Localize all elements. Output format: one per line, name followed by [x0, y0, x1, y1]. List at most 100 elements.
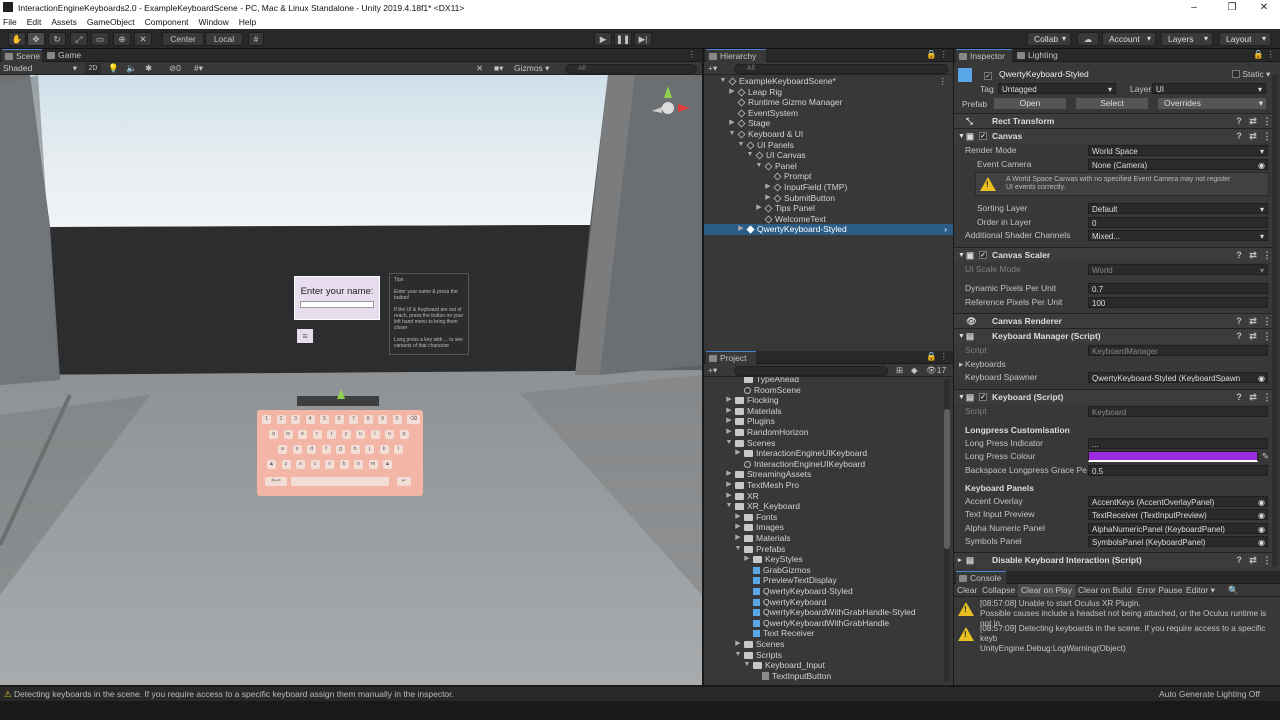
expand-arrow-icon[interactable]: ▼: [743, 660, 751, 671]
help-icon[interactable]: ?: [1234, 316, 1244, 326]
keyboard-key[interactable]: a: [278, 445, 287, 454]
rect-tool-icon[interactable]: ▭: [91, 32, 109, 46]
move-tool-icon[interactable]: ✥: [27, 32, 45, 46]
keyboard-key[interactable]: s: [292, 445, 302, 454]
grace-field[interactable]: 0.5: [1088, 464, 1268, 476]
expand-arrow-icon[interactable]: ▼: [746, 150, 754, 161]
keyboard-key[interactable]: q: [269, 430, 278, 439]
project-item[interactable]: ▶ Images: [704, 522, 940, 533]
keyboard-key[interactable]: i: [370, 430, 380, 439]
expand-arrow-icon[interactable]: ▶: [764, 193, 772, 204]
hidden-count-icon[interactable]: ⊘0: [169, 62, 181, 74]
help-icon[interactable]: ?: [1234, 555, 1244, 565]
expand-arrow-icon[interactable]: ▶: [755, 203, 763, 214]
prefab-open-button[interactable]: Open: [994, 98, 1066, 109]
gizmos-dropdown[interactable]: Gizmos ▾: [514, 62, 549, 74]
project-item[interactable]: InteractionEngineUIKeyboard: [704, 459, 940, 470]
symbols-panel-field[interactable]: SymbolsPanel (KeyboardPanel) ◉: [1088, 536, 1268, 547]
tab-scene[interactable]: Scene: [2, 49, 42, 62]
expand-arrow-icon[interactable]: ▶: [728, 118, 736, 129]
create-dropdown[interactable]: +▾: [708, 62, 717, 74]
keyboard-key[interactable]: ⌫: [407, 415, 420, 424]
component-menu-icon[interactable]: ⋮: [1262, 555, 1272, 565]
keyboard-key[interactable]: w: [283, 430, 293, 439]
expand-arrow-icon[interactable]: ▼: [737, 140, 745, 151]
console-entry-2[interactable]: [08:57:09] Detecting keyboards in the sc…: [954, 624, 1279, 653]
lock-icon[interactable]: 🔒: [926, 49, 937, 60]
open-prefab-arrow-icon[interactable]: ›: [944, 224, 947, 235]
help-icon[interactable]: ?: [1234, 392, 1244, 402]
project-item[interactable]: ▶ Materials: [704, 533, 940, 544]
hierarchy-item[interactable]: EventSystem: [704, 108, 953, 119]
transform-tool-icon[interactable]: ⊕: [113, 32, 131, 46]
keyboard-key[interactable]: 0: [392, 415, 402, 424]
prompt-panel[interactable]: Enter your name:: [294, 276, 380, 320]
text-input-preview-field[interactable]: TextReceiver (TextInputPreview) ◉: [1088, 509, 1268, 520]
static-toggle[interactable]: Static ▾: [1232, 68, 1270, 80]
order-in-layer-field[interactable]: 0: [1088, 216, 1268, 228]
hierarchy-item[interactable]: ▶ QwertyKeyboard-Styled ›: [704, 224, 953, 235]
expand-arrow-icon[interactable]: ▶: [734, 639, 742, 650]
tab-project[interactable]: Project: [706, 351, 756, 364]
keyboard-key[interactable]: v: [325, 460, 334, 469]
hierarchy-menu-icon[interactable]: ⋮: [940, 49, 949, 60]
menu-edit[interactable]: Edit: [27, 17, 42, 27]
keyboard-key[interactable]: 1: [262, 415, 271, 424]
project-item[interactable]: ▼ Keyboard_Input: [704, 660, 940, 671]
keyboard-key[interactable]: l: [394, 445, 403, 454]
keyboard-key[interactable]: g: [336, 445, 345, 454]
keyboard-key[interactable]: k: [379, 445, 389, 454]
project-item[interactable]: ▶ StreamingAssets: [704, 469, 940, 480]
project-item[interactable]: ▼ Prefabs: [704, 544, 940, 555]
project-item[interactable]: TextInputButton: [704, 671, 940, 682]
presets-icon[interactable]: ⇄: [1248, 392, 1258, 402]
tab-lighting[interactable]: Lighting: [1014, 49, 1068, 62]
console-clear-on-play-toggle[interactable]: Clear on Play: [1018, 584, 1076, 597]
keyboard-key[interactable]: b: [339, 460, 349, 469]
expand-arrow-icon[interactable]: ▶: [734, 448, 742, 459]
keyboard-enabled-checkbox[interactable]: ✓: [979, 393, 987, 401]
project-item[interactable]: ▶ Materials: [704, 406, 940, 417]
expand-arrow-icon[interactable]: ▼: [734, 650, 742, 661]
scene-search-input[interactable]: All: [565, 64, 697, 74]
hierarchy-item[interactable]: ▶ Stage: [704, 118, 953, 129]
project-item[interactable]: ▶ TextMesh Pro: [704, 480, 940, 491]
keyboard-key[interactable]: u: [356, 430, 365, 439]
active-checkbox[interactable]: ✓: [984, 68, 992, 80]
tab-game[interactable]: Game: [44, 49, 90, 62]
keyboard[interactable]: 1 2 3 4 5 6 7 8 9 0 ⌫ q w e r t y u i o p a s d f g h j k l ▲ z x c v b n m ▲ #…: [257, 410, 423, 496]
hierarchy-item[interactable]: Runtime Gizmo Manager: [704, 97, 953, 108]
tools-icon[interactable]: ✕: [476, 62, 483, 74]
hidden-packages-icon[interactable]: 👁17: [926, 364, 946, 376]
keyboard-key[interactable]: d: [307, 445, 316, 454]
prefab-overrides-dropdown[interactable]: Overrides ▾: [1158, 98, 1266, 109]
keyboard-key[interactable]: x: [296, 460, 305, 469]
presets-icon[interactable]: ⇄: [1248, 131, 1258, 141]
hierarchy-item[interactable]: ▼ Panel: [704, 161, 953, 172]
cloud-icon[interactable]: ☁: [1077, 32, 1099, 46]
hierarchy-item[interactable]: ▶ Leap Rig: [704, 87, 953, 98]
project-scrollbar-thumb[interactable]: [944, 409, 950, 549]
expand-arrow-icon[interactable]: ▼: [728, 129, 736, 140]
keyboard-key[interactable]: h: [350, 445, 360, 454]
eyedropper-icon[interactable]: ✎: [1262, 450, 1269, 463]
lighting-toggle-icon[interactable]: 💡: [108, 62, 119, 74]
component-menu-icon[interactable]: ⋮: [1262, 250, 1272, 260]
presets-icon[interactable]: ⇄: [1248, 116, 1258, 126]
menu-component[interactable]: Component: [145, 17, 189, 27]
console-collapse-button[interactable]: Collapse: [982, 584, 1015, 597]
menu-window[interactable]: Window: [199, 17, 229, 27]
keyboard-key[interactable]: ▲: [267, 460, 276, 469]
keyboard-key[interactable]: n: [354, 460, 363, 469]
status-message[interactable]: Detecting keyboards in the scene. If you…: [14, 687, 454, 701]
project-item[interactable]: TypeAhead: [704, 377, 940, 385]
dynamic-ppu-field[interactable]: 0.7: [1088, 283, 1268, 294]
expand-arrow-icon[interactable]: ▶: [725, 416, 733, 427]
scale-tool-icon[interactable]: ⤢: [70, 32, 88, 46]
canvas-scaler-header[interactable]: ▼ ▣ ✓ Canvas Scaler? ⇄ ⋮: [954, 247, 1272, 262]
longpress-indicator-field[interactable]: ...: [1088, 437, 1268, 449]
help-icon[interactable]: ?: [1234, 116, 1244, 126]
sorting-layer-dropdown[interactable]: Default: [1088, 203, 1268, 215]
rotate-tool-icon[interactable]: ↻: [48, 32, 66, 46]
keyboard-key[interactable]: c: [310, 460, 320, 469]
